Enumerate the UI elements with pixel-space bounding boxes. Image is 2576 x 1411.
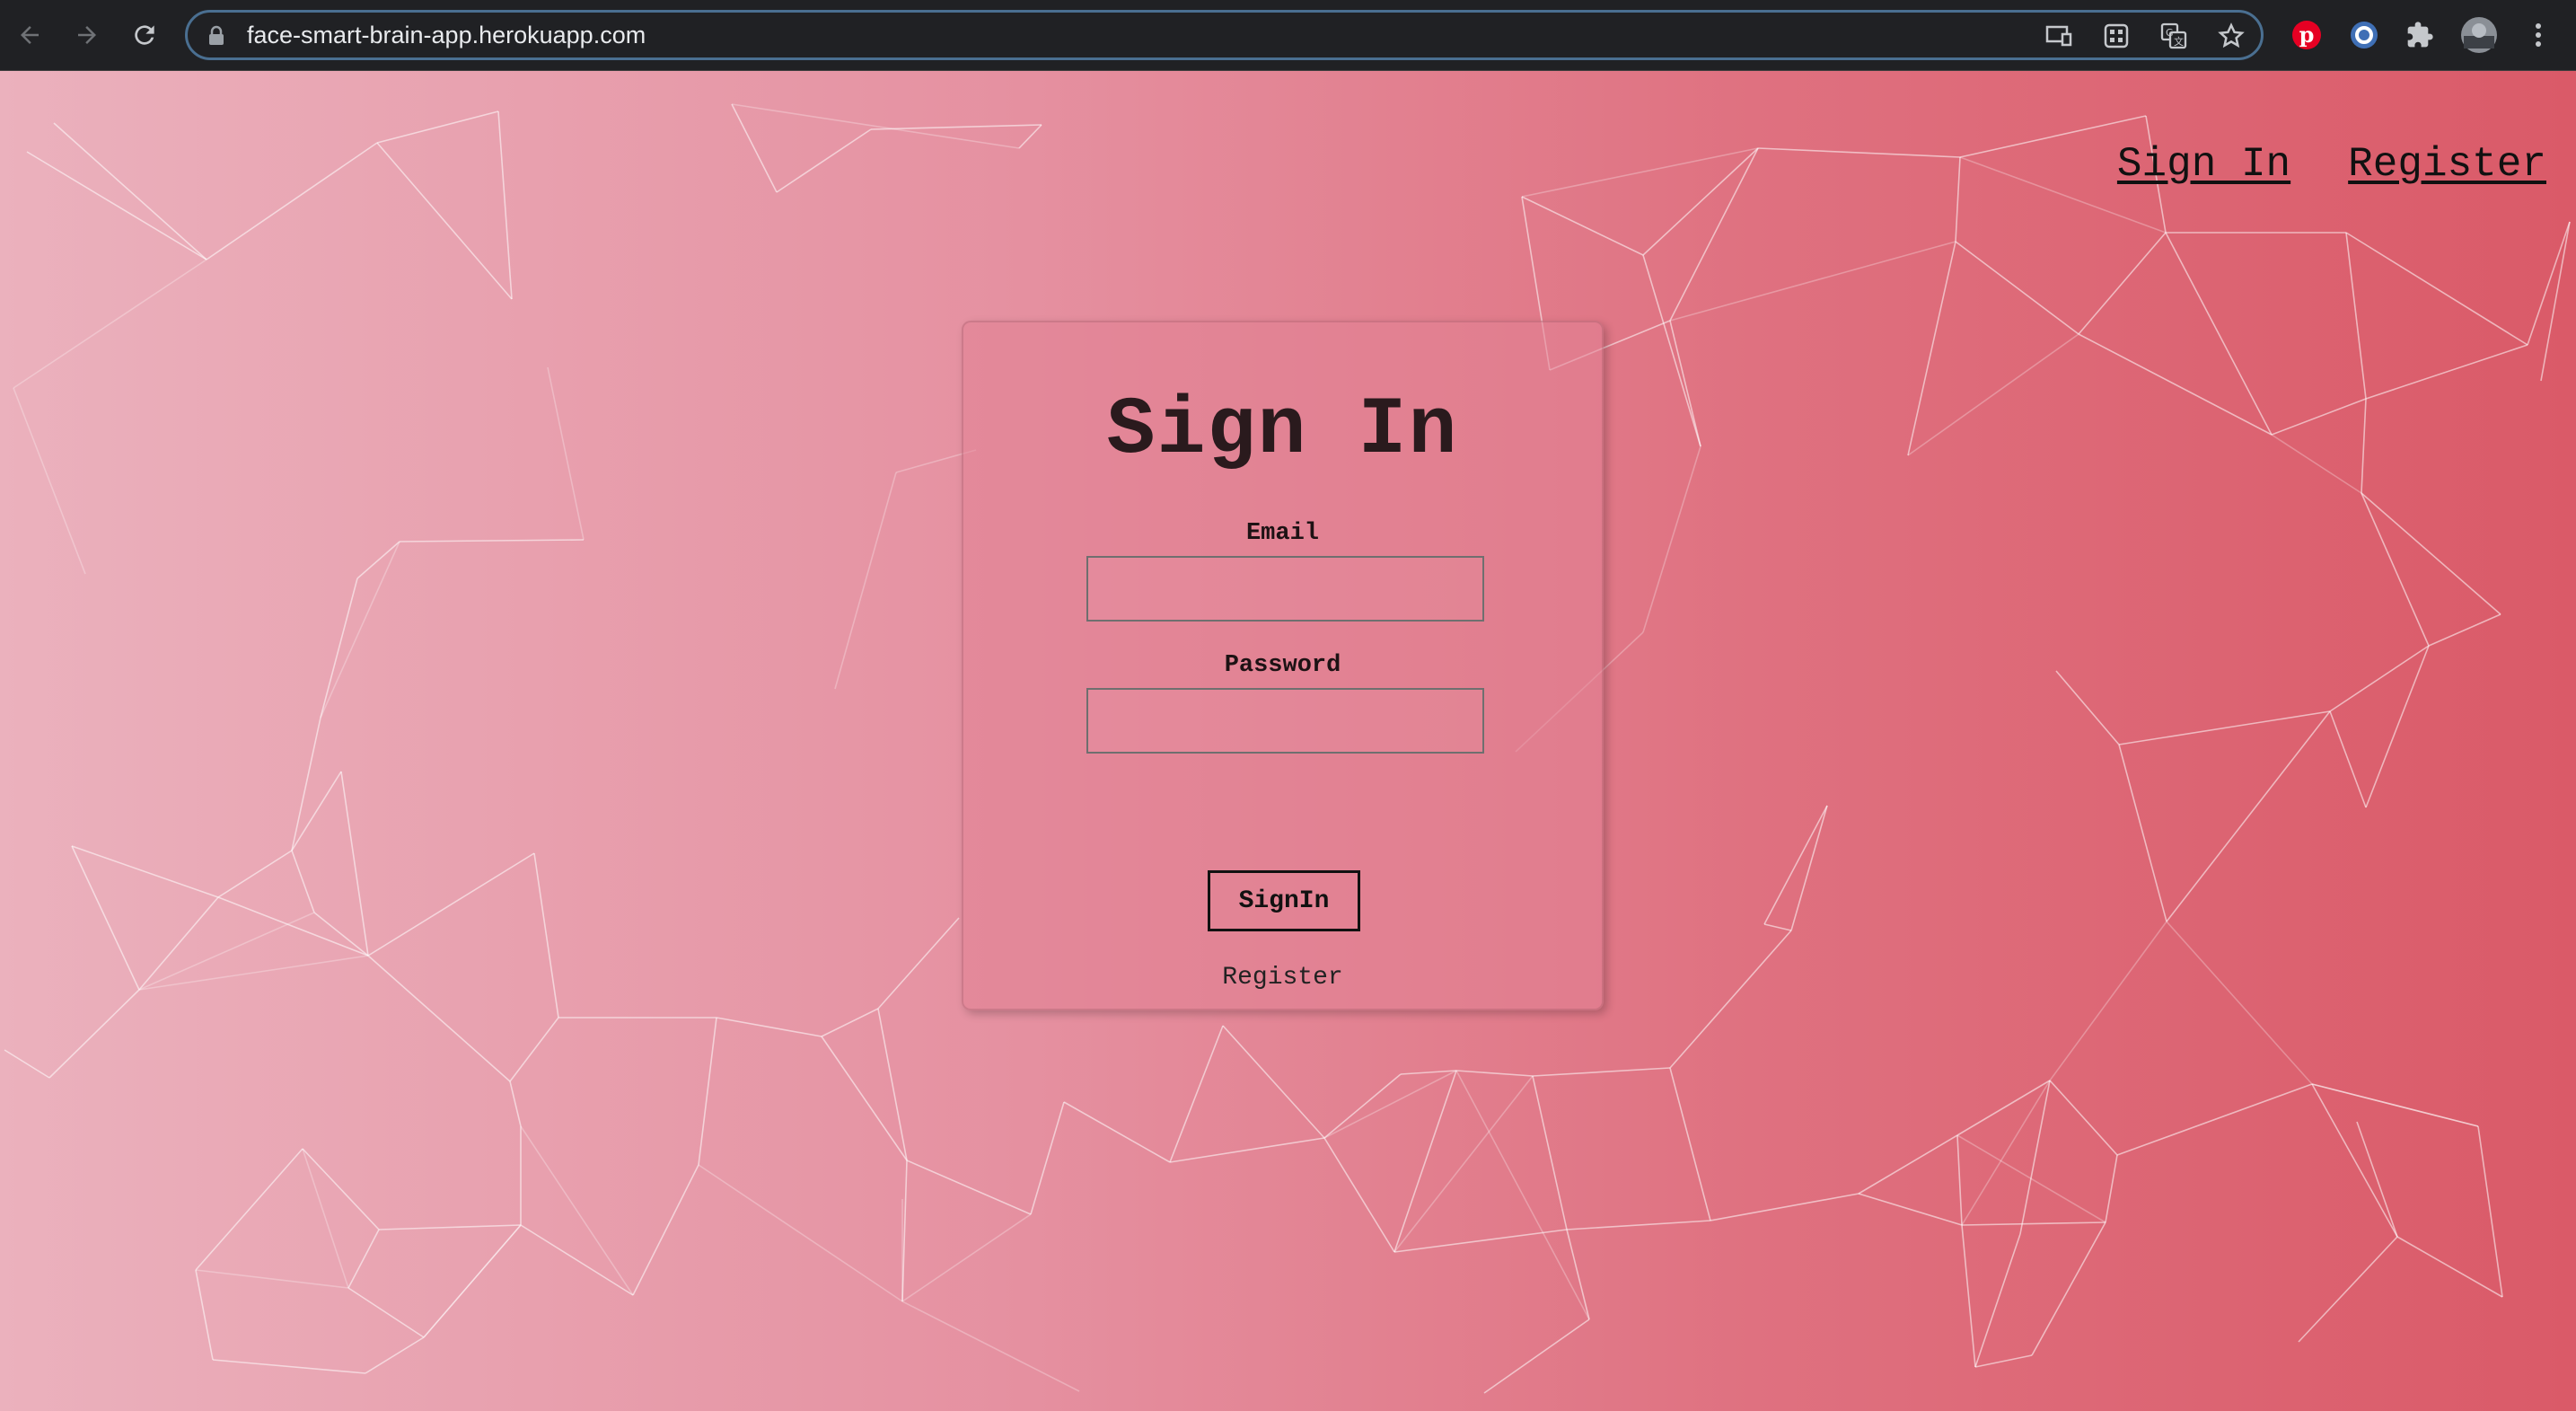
- back-icon[interactable]: [7, 13, 52, 57]
- svg-text:p: p: [2299, 22, 2315, 48]
- email-field[interactable]: [1086, 556, 1484, 622]
- sign-in-card: Sign In Email Password SignIn Register: [962, 321, 1604, 1010]
- register-link[interactable]: Register: [963, 964, 1602, 992]
- signin-button[interactable]: SignIn: [1208, 870, 1360, 931]
- password-label: Password: [1224, 652, 1341, 679]
- reload-icon[interactable]: [122, 13, 167, 57]
- email-label: Email: [1245, 520, 1319, 547]
- pinterest-icon[interactable]: p: [2290, 18, 2324, 52]
- browser-toolbar: face-smart-brain-app.herokuapp.com G文 p: [0, 0, 2576, 71]
- more-icon[interactable]: [2521, 18, 2555, 52]
- url-text[interactable]: face-smart-brain-app.herokuapp.com: [247, 13, 646, 57]
- nav-register-link[interactable]: Register: [2348, 141, 2546, 188]
- avatar[interactable]: [2460, 16, 2498, 54]
- svg-text:文: 文: [2174, 35, 2184, 48]
- puzzle-icon[interactable]: [2403, 18, 2437, 52]
- apps-icon[interactable]: [2102, 22, 2131, 50]
- star-icon[interactable]: [2217, 22, 2246, 50]
- lock-icon: [207, 25, 225, 51]
- page-title: Sign In: [1106, 385, 1459, 477]
- translate-icon[interactable]: G文: [2159, 22, 2188, 50]
- cast-icon[interactable]: [2044, 22, 2073, 50]
- password-field[interactable]: [1086, 688, 1484, 754]
- page-background: Sign In Register Sign In Email Password …: [0, 71, 2576, 1411]
- nav-sign-in-link[interactable]: Sign In: [2117, 141, 2290, 188]
- extension-ring-icon[interactable]: [2347, 18, 2381, 52]
- address-bar[interactable]: face-smart-brain-app.herokuapp.com G文: [185, 10, 2264, 60]
- svg-text:G: G: [2166, 27, 2174, 39]
- forward-icon[interactable]: [65, 13, 110, 57]
- top-navigation: Sign In Register: [2117, 141, 2546, 188]
